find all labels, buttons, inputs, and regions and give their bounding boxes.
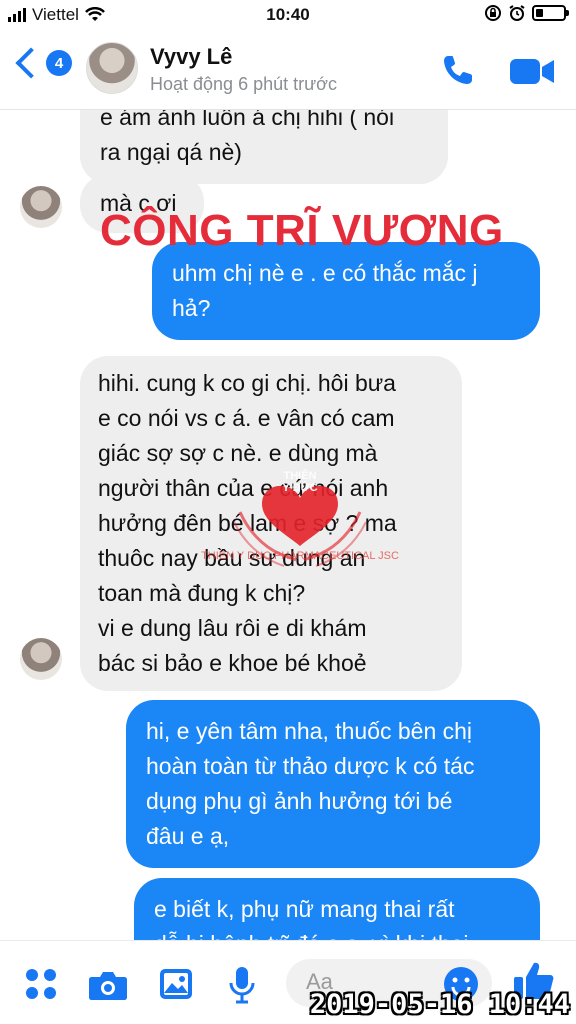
photo-icon[interactable]: [158, 967, 194, 1001]
logo-caption: THIEN Y DUC PHARMACEUTICAL JSC: [201, 550, 399, 562]
microphone-icon[interactable]: [228, 965, 256, 1005]
logo-text-line: Y ĐỨC: [282, 482, 318, 494]
alarm-icon: [509, 5, 525, 21]
message-incoming[interactable]: e ám ảnh luôn á chị hihi ( nói ra ngại q…: [80, 110, 448, 184]
photo-timestamp: 2019-05-16 10:44: [309, 989, 570, 1020]
message-outgoing[interactable]: uhm chị nè e . e có thắc mắc j hả?: [152, 242, 540, 340]
rotation-lock-icon: [485, 5, 501, 21]
contact-avatar[interactable]: [86, 42, 138, 94]
message-outgoing[interactable]: e biết k, phụ nữ mang thai rất dễ bị bện…: [134, 878, 540, 940]
phone-icon[interactable]: [440, 52, 476, 88]
apps-icon[interactable]: [24, 967, 58, 1001]
sender-avatar[interactable]: [20, 186, 62, 228]
contact-activity-status: Hoạt động 6 phút trước: [150, 74, 337, 94]
unread-count-badge: 4: [46, 50, 72, 76]
back-button[interactable]: 4: [10, 47, 72, 79]
logo-text-line: THIÊN: [283, 470, 317, 482]
video-camera-icon[interactable]: [508, 54, 556, 88]
battery-icon: [532, 5, 569, 21]
contact-name[interactable]: Vyvy Lê: [150, 44, 232, 70]
message-outgoing[interactable]: hi, e yên tâm nha, thuốc bên chị hoàn to…: [126, 700, 540, 868]
back-chevron-icon: [15, 47, 47, 79]
status-icons: [484, 4, 569, 22]
conversation-header: 4 Vyvy Lê Hoạt động 6 phút trước: [0, 32, 576, 110]
brand-watermark: THIÊN Y ĐỨC THIEN Y DUC PHARMACEUTICAL J…: [200, 450, 400, 630]
overlay-title: CÔNG TRĨ VƯƠNG: [100, 206, 504, 255]
status-bar: Viettel 10:40: [0, 0, 576, 32]
sender-avatar[interactable]: [20, 638, 62, 680]
camera-icon[interactable]: [88, 969, 128, 1001]
